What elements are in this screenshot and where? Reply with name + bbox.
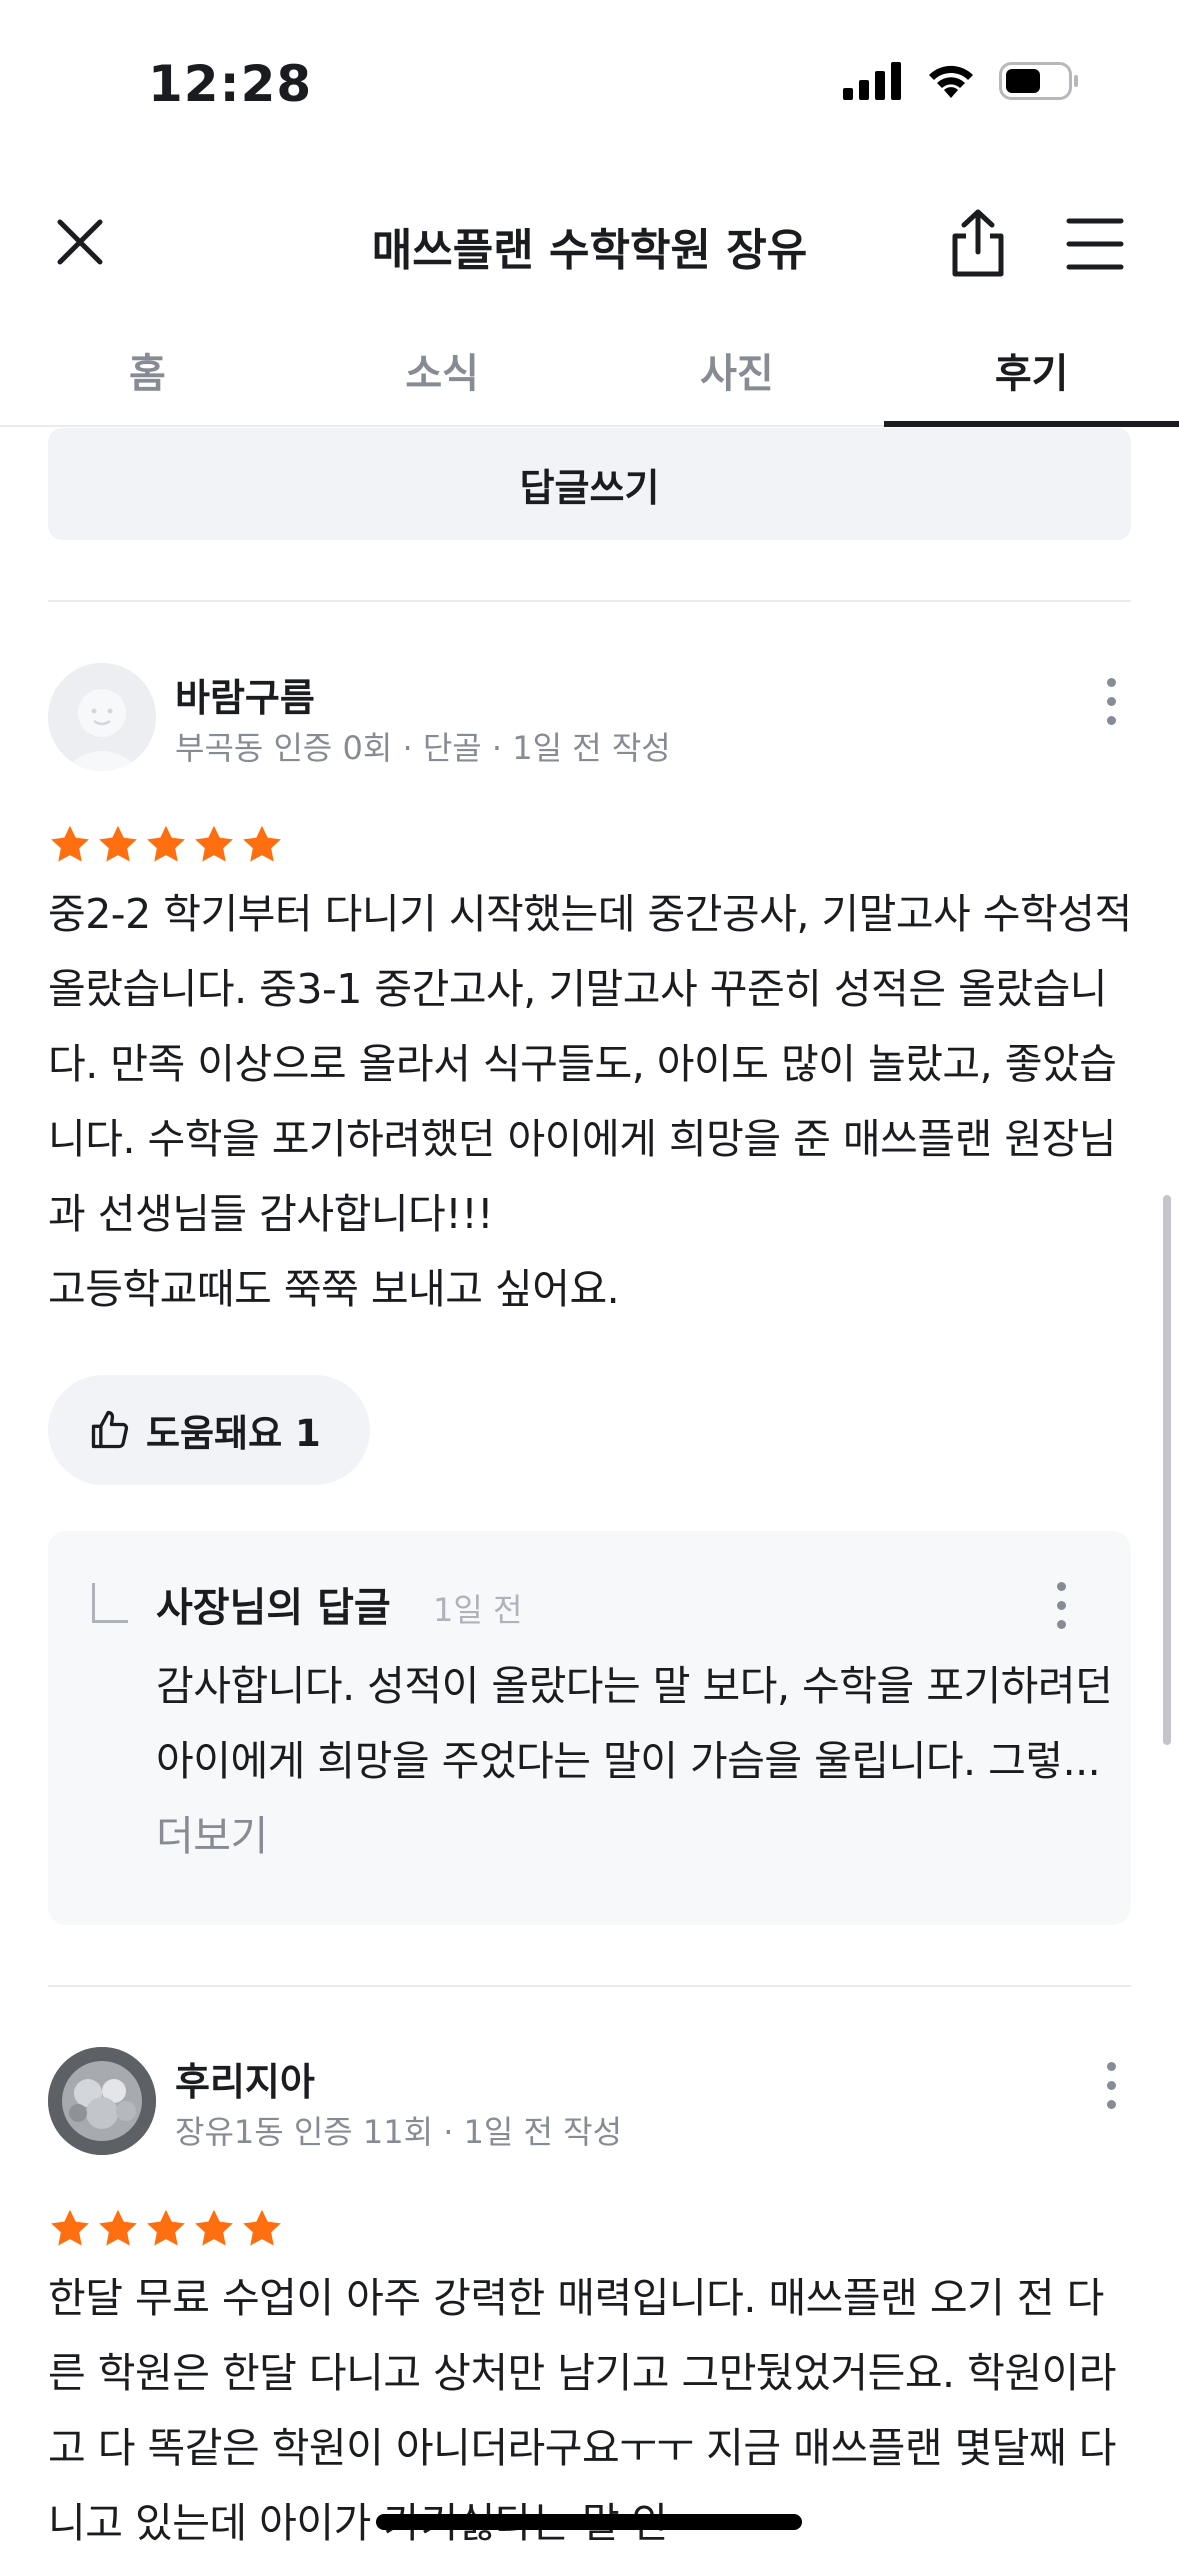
- author-meta: 장유1동 인증 11회 · 1일 전 작성: [175, 2113, 623, 2151]
- star-icon: [195, 2209, 233, 2246]
- write-reply-button[interactable]: 답글쓰기: [48, 428, 1131, 540]
- helpful-button[interactable]: 도움돼요 1: [48, 1375, 370, 1485]
- review-item: 바람구름 부곡동 인증 0회 · 단골 · 1일 전 작성 중2-2 학기부터 …: [48, 663, 1132, 1925]
- divider: [48, 600, 1131, 602]
- status-icons: [843, 62, 1079, 100]
- star-icon: [195, 825, 233, 862]
- review-text: 한달 무료 수업이 아주 강력한 매력입니다. 매쓰플랜 오기 전 다른 학원은…: [48, 2274, 1116, 2547]
- review-item: 후리지아 장유1동 인증 11회 · 1일 전 작성 한달 무료 수업이 아주 …: [48, 2047, 1131, 2556]
- owner-reply-text: 감사합니다. 성적이 올랐다는 말 보다, 수학을 포기하려던 아이에게 희망을…: [156, 1649, 1116, 1874]
- tab-news[interactable]: 소식: [295, 325, 590, 425]
- avatar[interactable]: [48, 663, 156, 771]
- share-icon: [952, 209, 1004, 277]
- share-button[interactable]: [945, 208, 1011, 278]
- review-text: 중2-2 학기부터 다니기 시작했는데 중간공사, 기말고사 수학성적 올랐습니…: [48, 877, 1138, 1327]
- reply-more-options-button[interactable]: [1041, 1575, 1081, 1635]
- star-icon: [243, 825, 281, 862]
- tab-reviews[interactable]: 후기: [884, 325, 1179, 427]
- reply-indent-icon: [92, 1583, 128, 1623]
- more-icon-dot: [1106, 2099, 1116, 2109]
- status-bar: 12:28: [0, 0, 1179, 170]
- divider: [48, 1985, 1131, 1987]
- star-icon: [51, 825, 89, 862]
- star-icon: [147, 2209, 185, 2246]
- owner-reply: 사장님의 답글 1일 전 감사합니다. 성적이 올랐다는 말 보다, 수학을 포…: [48, 1531, 1131, 1925]
- more-icon-dot: [1056, 1619, 1066, 1629]
- app-header: 매쓰플랜 수학학원 장유: [0, 200, 1179, 290]
- more-icon-dot: [1106, 677, 1116, 687]
- star-icon: [243, 2209, 281, 2246]
- scrollbar[interactable]: [1163, 1195, 1171, 1745]
- profile-photo-icon: [48, 2047, 156, 2155]
- star-icon: [51, 2209, 89, 2246]
- more-icon-dot: [1056, 1600, 1066, 1610]
- author-meta: 부곡동 인증 0회 · 단골 · 1일 전 작성: [175, 729, 671, 767]
- star-rating: [48, 2207, 284, 2251]
- home-indicator[interactable]: [376, 2514, 802, 2530]
- review-body-last-line: 고등학교때도 쭉쭉 보내고 싶어요.: [48, 1265, 620, 1313]
- more-options-button[interactable]: [1091, 671, 1131, 731]
- helpful-label: 도움돼요 1: [146, 1412, 321, 1455]
- more-options-button[interactable]: [1091, 2055, 1131, 2115]
- hamburger-menu-icon: [1066, 218, 1124, 270]
- more-icon-dot: [1056, 1581, 1066, 1591]
- review-body: 중2-2 학기부터 다니기 시작했는데 중간공사, 기말고사 수학성적 올랐습니…: [48, 890, 1132, 1238]
- owner-reply-date: 1일 전: [433, 1591, 523, 1629]
- star-rating: [48, 823, 284, 867]
- cellular-signal-icon: [843, 62, 901, 100]
- default-avatar-icon: [48, 663, 156, 771]
- tab-photos[interactable]: 사진: [590, 325, 885, 425]
- more-icon-dot: [1106, 2061, 1116, 2071]
- star-icon: [147, 825, 185, 862]
- more-icon-dot: [1106, 2080, 1116, 2090]
- owner-reply-title: 사장님의 답글: [156, 1585, 391, 1631]
- tab-bar: 홈 소식 사진 후기: [0, 325, 1179, 427]
- more-icon-dot: [1106, 715, 1116, 725]
- wifi-icon: [929, 65, 973, 98]
- status-time: 12:28: [148, 55, 313, 113]
- star-icon: [99, 825, 137, 862]
- author-name[interactable]: 후리지아: [175, 2051, 315, 2106]
- battery-icon: [999, 62, 1078, 100]
- more-icon-dot: [1106, 696, 1116, 706]
- menu-button[interactable]: [1065, 216, 1125, 272]
- thumbs-up-icon: [91, 1410, 129, 1449]
- read-more-link[interactable]: 더보기: [156, 1812, 268, 1860]
- owner-reply-body: 감사합니다. 성적이 올랐다는 말 보다, 수학을 포기하려던 아이에게 희망을…: [156, 1662, 1113, 1785]
- author-name[interactable]: 바람구름: [175, 667, 315, 722]
- tab-home[interactable]: 홈: [0, 325, 295, 425]
- avatar[interactable]: [48, 2047, 156, 2155]
- star-icon: [99, 2209, 137, 2246]
